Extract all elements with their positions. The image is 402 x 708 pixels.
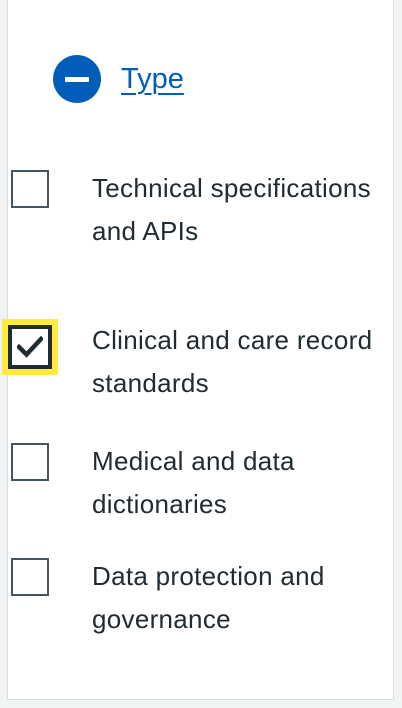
checkbox-wrapper — [9, 556, 51, 598]
checkbox-checked[interactable] — [8, 325, 52, 369]
minus-bar — [65, 76, 89, 82]
type-filter-toggle[interactable]: Type — [53, 55, 184, 103]
checkbox[interactable] — [11, 443, 49, 481]
option-label: Data protection and governance — [92, 561, 325, 634]
filter-panel: Type Technical specifications and APIs C… — [2, 0, 394, 700]
minus-circle-icon[interactable] — [53, 55, 101, 103]
checkbox-wrapper — [9, 441, 51, 483]
checkmark-icon — [17, 336, 43, 358]
checkbox-focus-ring — [2, 319, 58, 375]
option-label: Technical specifications and APIs — [92, 173, 371, 246]
filter-title[interactable]: Type — [121, 64, 184, 94]
checkbox[interactable] — [11, 170, 49, 208]
option-label: Clinical and care record standards — [92, 325, 373, 398]
checkbox[interactable] — [11, 558, 49, 596]
option-label: Medical and data dictionaries — [92, 446, 295, 519]
checkbox-wrapper — [9, 168, 51, 210]
